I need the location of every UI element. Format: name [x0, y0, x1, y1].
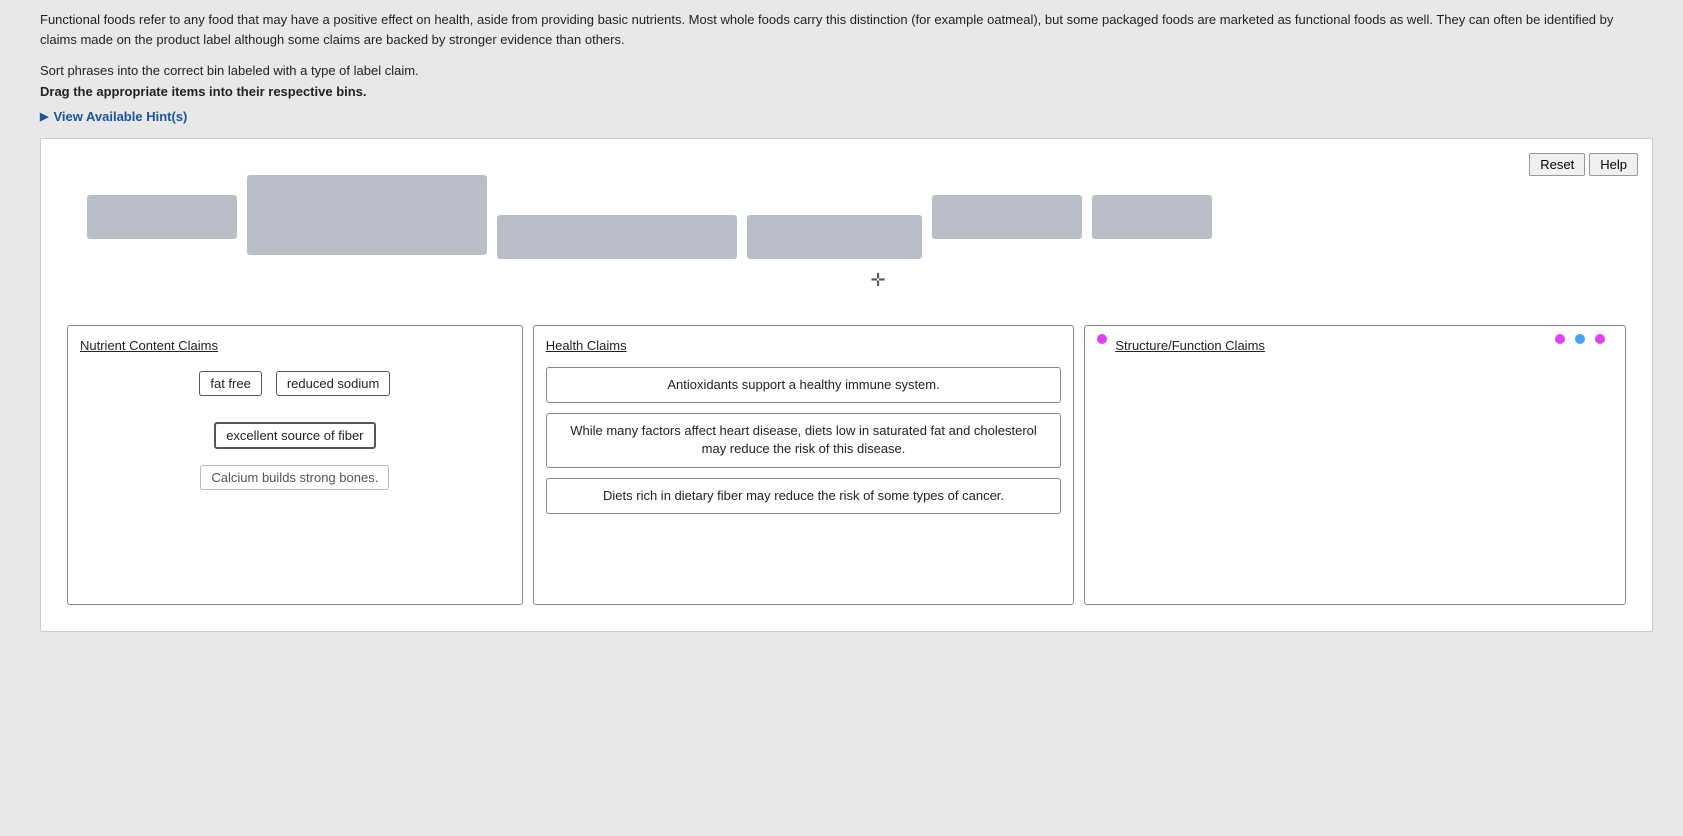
- placeholder-2[interactable]: [247, 175, 487, 255]
- health-card-1[interactable]: Antioxidants support a healthy immune sy…: [546, 367, 1062, 403]
- dot-pink-right1: [1555, 334, 1565, 344]
- placeholder-1[interactable]: [87, 195, 237, 239]
- nutrient-bin-title: Nutrient Content Claims: [80, 338, 510, 353]
- placeholder-3[interactable]: [497, 215, 737, 259]
- item-fat-free[interactable]: fat free: [199, 371, 261, 396]
- bins-row: Nutrient Content Claims fat free reduced…: [57, 325, 1636, 615]
- instruction2: Drag the appropriate items into their re…: [40, 84, 1653, 99]
- item-reduced-sodium[interactable]: reduced sodium: [276, 371, 391, 396]
- dot-pink-right2: [1595, 334, 1605, 344]
- health-card-2[interactable]: While many factors affect heart disease,…: [546, 413, 1062, 467]
- placeholder-5[interactable]: [932, 195, 1082, 239]
- nutrient-row-3: Calcium builds strong bones.: [196, 461, 393, 494]
- nutrient-items: fat free reduced sodium excellent source…: [80, 367, 510, 494]
- dot-blue: [1575, 334, 1585, 344]
- health-card-3[interactable]: Diets rich in dietary fiber may reduce t…: [546, 478, 1062, 514]
- bin-nutrient[interactable]: Nutrient Content Claims fat free reduced…: [67, 325, 523, 605]
- nutrient-row-1: fat free reduced sodium: [195, 367, 394, 400]
- placeholder-6[interactable]: [1092, 195, 1212, 239]
- bin-health[interactable]: Health Claims Antioxidants support a hea…: [533, 325, 1075, 605]
- intro-text: Functional foods refer to any food that …: [40, 10, 1653, 49]
- crosshair-icon: ✛: [871, 270, 886, 291]
- bin-structure[interactable]: Structure/Function Claims: [1084, 325, 1626, 605]
- drag-area: ✛: [57, 155, 1636, 315]
- hint-link[interactable]: View Available Hint(s): [40, 109, 1653, 124]
- structure-bin-title: Structure/Function Claims: [1097, 338, 1613, 353]
- item-excellent-fiber[interactable]: excellent source of fiber: [214, 422, 375, 449]
- main-container: Reset Help ✛ Nutrient Content Claims fat…: [40, 138, 1653, 632]
- item-calcium-bones[interactable]: Calcium builds strong bones.: [200, 465, 389, 490]
- health-bin-title: Health Claims: [546, 338, 1062, 353]
- page-wrapper: Functional foods refer to any food that …: [0, 0, 1683, 652]
- nutrient-row-2: excellent source of fiber: [210, 418, 379, 453]
- instruction1: Sort phrases into the correct bin labele…: [40, 63, 1653, 78]
- placeholder-4[interactable]: [747, 215, 922, 259]
